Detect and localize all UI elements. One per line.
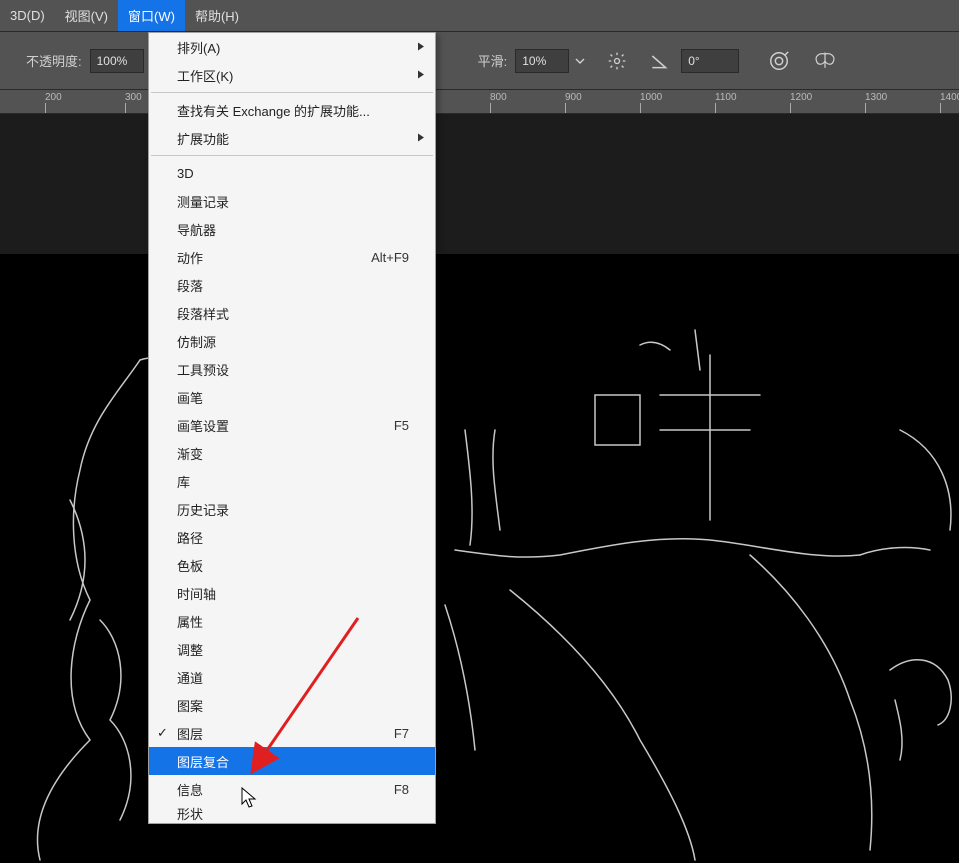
menu-item-label: 画笔 <box>177 388 203 407</box>
ruler-tick: 1300 <box>865 90 887 113</box>
menu-item-label: 测量记录 <box>177 192 229 211</box>
menu-item-label: 形状 <box>177 804 203 823</box>
menu-item-label: 属性 <box>177 612 203 631</box>
menu-item[interactable]: 段落 <box>149 271 435 299</box>
canvas-background-upper <box>0 114 959 254</box>
menu-item-label: 工具预设 <box>177 360 229 379</box>
menu-item-label: 渐变 <box>177 444 203 463</box>
gear-icon[interactable] <box>603 47 631 75</box>
menu-item-label: 导航器 <box>177 220 216 239</box>
menu-item-label: 时间轴 <box>177 584 216 603</box>
checkmark-icon: ✓ <box>157 725 168 741</box>
menu-separator <box>151 155 433 156</box>
menu-item-label: 3D <box>177 166 194 181</box>
menu-item-label: 工作区(K) <box>177 66 233 85</box>
ruler-tick: 1000 <box>640 90 662 113</box>
opacity-label: 不透明度: <box>26 51 82 70</box>
menu-item[interactable]: 动作 Alt+F9 <box>149 243 435 271</box>
submenu-arrow-icon <box>417 68 425 83</box>
menu-item[interactable]: 画笔设置 F5 <box>149 411 435 439</box>
menu-item[interactable]: 渐变 <box>149 439 435 467</box>
menu-item[interactable]: 信息 F8 <box>149 775 435 803</box>
opacity-input[interactable] <box>90 49 144 73</box>
menu-window[interactable]: 窗口(W) <box>118 0 185 31</box>
menu-item-shortcut: F8 <box>394 782 409 797</box>
menu-item-label: 通道 <box>177 668 203 687</box>
menu-item[interactable]: 仿制源 <box>149 327 435 355</box>
menu-item[interactable]: 库 <box>149 467 435 495</box>
menu-separator <box>151 92 433 93</box>
menu-item-label: 库 <box>177 472 190 491</box>
menu-item-label: 查找有关 Exchange 的扩展功能... <box>177 101 370 120</box>
ruler-tick: 1200 <box>790 90 812 113</box>
smooth-dropdown-icon[interactable] <box>571 49 589 73</box>
menu-item[interactable]: 色板 <box>149 551 435 579</box>
menu-item[interactable]: 工作区(K) <box>149 61 435 89</box>
ruler-tick: 900 <box>565 90 582 113</box>
menu-item[interactable]: 形状 <box>149 803 435 823</box>
angle-input[interactable] <box>681 49 739 73</box>
menu-item-shortcut: Alt+F9 <box>371 250 409 265</box>
menu-item[interactable]: 段落样式 <box>149 299 435 327</box>
submenu-arrow-icon <box>417 40 425 55</box>
target-pressure-icon[interactable] <box>765 47 793 75</box>
menu-item-label: 仿制源 <box>177 332 216 351</box>
menu-item[interactable]: 扩展功能 <box>149 124 435 152</box>
menu-item[interactable]: 路径 <box>149 523 435 551</box>
menu-item-label: 色板 <box>177 556 203 575</box>
menu-item-label: 段落样式 <box>177 304 229 323</box>
menu-item-label: 路径 <box>177 528 203 547</box>
menu-item-label: 动作 <box>177 248 203 267</box>
menu-item[interactable]: 3D <box>149 159 435 187</box>
mouse-cursor-icon <box>240 786 258 813</box>
menu-item-shortcut: F7 <box>394 726 409 741</box>
canvas[interactable] <box>0 254 959 863</box>
menu-item[interactable]: 查找有关 Exchange 的扩展功能... <box>149 96 435 124</box>
menu-item-label: 信息 <box>177 780 203 799</box>
ruler-tick: 800 <box>490 90 507 113</box>
menu-item[interactable]: 工具预设 <box>149 355 435 383</box>
menubar: 3D(D) 视图(V) 窗口(W) 帮助(H) <box>0 0 959 32</box>
ruler-tick: 200 <box>45 90 62 113</box>
menu-item[interactable]: 时间轴 <box>149 579 435 607</box>
horizontal-ruler: 200 300 800 900 1000 1100 1200 1300 1400 <box>0 90 959 114</box>
menu-item[interactable]: 历史记录 <box>149 495 435 523</box>
submenu-arrow-icon <box>417 131 425 146</box>
menu-item[interactable]: 导航器 <box>149 215 435 243</box>
menu-item[interactable]: ✓ 图层 F7 <box>149 719 435 747</box>
options-bar: 不透明度: 平滑: <box>0 32 959 90</box>
menu-3d[interactable]: 3D(D) <box>0 2 55 29</box>
menu-item-label: 排列(A) <box>177 38 220 57</box>
menu-item[interactable]: 属性 <box>149 607 435 635</box>
smooth-label: 平滑: <box>478 51 508 70</box>
menu-item[interactable]: 画笔 <box>149 383 435 411</box>
smooth-input[interactable] <box>515 49 569 73</box>
angle-icon <box>645 47 673 75</box>
menu-item-label: 段落 <box>177 276 203 295</box>
menu-item-label: 图层 <box>177 724 203 743</box>
menu-item-label: 图层复合 <box>177 752 229 771</box>
window-menu-dropdown: 排列(A) 工作区(K) 查找有关 Exchange 的扩展功能... 扩展功能 3D 测… <box>148 32 436 824</box>
menu-help[interactable]: 帮助(H) <box>185 0 249 31</box>
menu-item[interactable]: 调整 <box>149 635 435 663</box>
menu-item-label: 调整 <box>177 640 203 659</box>
menu-item-label: 图案 <box>177 696 203 715</box>
menu-item-shortcut: F5 <box>394 418 409 433</box>
ruler-tick: 300 <box>125 90 142 113</box>
menu-item[interactable]: 图案 <box>149 691 435 719</box>
butterfly-symmetry-icon[interactable] <box>811 47 839 75</box>
menu-item[interactable]: 排列(A) <box>149 33 435 61</box>
menu-item[interactable]: 通道 <box>149 663 435 691</box>
menu-item-label: 画笔设置 <box>177 416 229 435</box>
menu-view[interactable]: 视图(V) <box>55 0 118 31</box>
menu-item[interactable]: 测量记录 <box>149 187 435 215</box>
menu-item[interactable]: 图层复合 <box>149 747 435 775</box>
menu-item-label: 历史记录 <box>177 500 229 519</box>
menu-item-label: 扩展功能 <box>177 129 229 148</box>
ruler-tick: 1400 <box>940 90 959 113</box>
ruler-tick: 1100 <box>715 90 737 113</box>
